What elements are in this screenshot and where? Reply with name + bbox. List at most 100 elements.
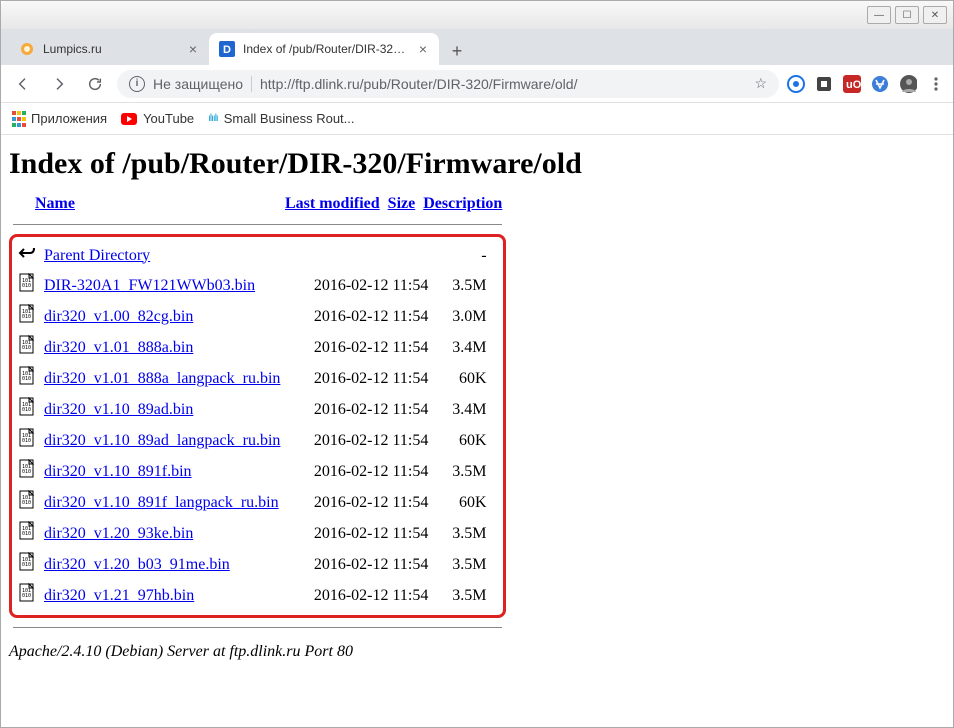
file-link[interactable]: dir320_v1.10_891f.bin — [44, 463, 192, 480]
file-row: 101010dir320_v1.20_b03_91me.bin2016-02-1… — [14, 549, 499, 580]
page-title: Index of /pub/Router/DIR-320/Firmware/ol… — [9, 147, 945, 181]
file-row: 101010dir320_v1.21_97hb.bin2016-02-12 11… — [14, 580, 499, 611]
address-bar[interactable]: i Не защищено http://ftp.dlink.ru/pub/Ro… — [117, 70, 779, 98]
directory-listing: Name Last modified Size Description Pare… — [9, 195, 506, 635]
minimize-button[interactable]: — — [867, 6, 891, 24]
header-row: Name Last modified Size Description — [9, 195, 506, 217]
reload-button[interactable] — [81, 70, 109, 98]
apps-icon — [11, 110, 25, 127]
col-name[interactable]: Name — [35, 195, 75, 212]
svg-text:010: 010 — [22, 500, 31, 506]
youtube-icon — [121, 113, 137, 125]
file-size: 3.5M — [444, 580, 490, 611]
file-size: 60K — [444, 487, 490, 518]
file-modified: 2016-02-12 11:54 — [310, 363, 444, 394]
url-text: http://ftp.dlink.ru/pub/Router/DIR-320/F… — [260, 76, 746, 92]
maximize-button[interactable]: ☐ — [895, 6, 919, 24]
extension-icon[interactable] — [787, 75, 805, 93]
toolbar: i Не защищено http://ftp.dlink.ru/pub/Ro… — [1, 65, 953, 103]
binary-file-icon: 101010 — [18, 304, 36, 324]
menu-icon[interactable] — [927, 75, 945, 93]
file-size: 3.5M — [444, 518, 490, 549]
tab-title: Index of /pub/Router/DIR-320/Fi — [243, 42, 409, 56]
file-row: 101010DIR-320A1_FW121WWb03.bin2016-02-12… — [14, 270, 499, 301]
binary-file-icon: 101010 — [18, 459, 36, 479]
file-link[interactable]: dir320_v1.01_888a.bin — [44, 339, 193, 356]
file-link[interactable]: dir320_v1.20_b03_91me.bin — [44, 556, 230, 573]
apps-label: Приложения — [31, 111, 107, 126]
file-row: 101010dir320_v1.10_891f_langpack_ru.bin2… — [14, 487, 499, 518]
security-label: Не защищено — [153, 76, 243, 92]
titlebar: — ☐ ✕ — [1, 1, 953, 29]
col-size[interactable]: Size — [388, 195, 416, 212]
binary-file-icon: 101010 — [18, 335, 36, 355]
file-row: 101010dir320_v1.10_89ad.bin2016-02-12 11… — [14, 394, 499, 425]
tab-title: Lumpics.ru — [43, 42, 179, 56]
file-row: 101010 dir320_v1.10_891f.bin 2016-02-12 11… — [14, 456, 499, 487]
file-row: 101010 dir320_v1.01_888a.bin 2016-02-12 11… — [14, 332, 499, 363]
browser-window: — ☐ ✕ Lumpics.ru × D Index of /pub/Route… — [0, 0, 954, 728]
parent-size: - — [444, 241, 490, 270]
file-size: 3.4M — [444, 332, 490, 363]
file-size: 3.0M — [444, 301, 490, 332]
binary-file-icon: 101010 — [18, 273, 36, 293]
server-footer: Apache/2.4.10 (Debian) Server at ftp.dli… — [9, 643, 945, 661]
file-size: 3.4M — [444, 394, 490, 425]
extension-area: uO — [787, 75, 945, 93]
extension-icon[interactable] — [815, 75, 833, 93]
file-link[interactable]: dir320_v1.21_97hb.bin — [44, 587, 194, 604]
tab-index[interactable]: D Index of /pub/Router/DIR-320/Fi × — [209, 33, 439, 65]
file-link[interactable]: dir320_v1.00_82cg.bin — [44, 308, 193, 325]
close-window-button[interactable]: ✕ — [923, 6, 947, 24]
file-size: 3.5M — [444, 456, 490, 487]
col-desc[interactable]: Description — [423, 195, 502, 212]
file-size: 3.5M — [444, 549, 490, 580]
parent-row: Parent Directory - — [14, 241, 499, 270]
svg-text:uO: uO — [846, 79, 861, 91]
col-modified[interactable]: Last modified — [285, 195, 380, 212]
file-modified: 2016-02-12 11:54 — [310, 425, 444, 456]
file-row: 101010dir320_v1.01_888a_langpack_ru.bin2… — [14, 363, 499, 394]
back-button[interactable] — [9, 70, 37, 98]
tab-lumpics[interactable]: Lumpics.ru × — [9, 33, 209, 65]
file-link[interactable]: dir320_v1.10_89ad_langpack_ru.bin — [44, 432, 280, 449]
ublock-icon[interactable]: uO — [843, 75, 861, 93]
bookmark-youtube[interactable]: YouTube — [121, 111, 194, 126]
svg-text:010: 010 — [22, 345, 31, 351]
svg-text:010: 010 — [22, 531, 31, 537]
profile-avatar[interactable] — [899, 75, 917, 93]
favicon-dlink: D — [219, 41, 235, 57]
forward-button[interactable] — [45, 70, 73, 98]
binary-file-icon: 101010 — [18, 521, 36, 541]
apps-shortcut[interactable]: Приложения — [11, 110, 107, 127]
file-modified: 2016-02-12 11:54 — [310, 456, 444, 487]
parent-directory-link[interactable]: Parent Directory — [44, 247, 150, 264]
file-modified: 2016-02-12 11:54 — [310, 332, 444, 363]
bookmark-star-icon[interactable]: ☆ — [754, 75, 767, 92]
svg-text:010: 010 — [22, 407, 31, 413]
file-link[interactable]: dir320_v1.10_89ad.bin — [44, 401, 193, 418]
file-row: 101010dir320_v1.00_82cg.bin2016-02-12 11… — [14, 301, 499, 332]
new-tab-button[interactable]: + — [443, 37, 471, 65]
site-info-icon[interactable]: i — [129, 76, 145, 92]
svg-text:010: 010 — [22, 593, 31, 599]
svg-text:010: 010 — [22, 438, 31, 444]
binary-file-icon: 101010 — [18, 428, 36, 448]
file-size: 60K — [444, 425, 490, 456]
divider — [13, 627, 502, 628]
svg-text:010: 010 — [22, 314, 31, 320]
file-link[interactable]: dir320_v1.20_93ke.bin — [44, 525, 193, 542]
extension-icon[interactable] — [871, 75, 889, 93]
bookmark-sbr[interactable]: ılıılı Small Business Rout... — [208, 111, 354, 126]
bookmark-label: Small Business Rout... — [224, 111, 355, 126]
tab-strip: Lumpics.ru × D Index of /pub/Router/DIR-… — [1, 29, 953, 65]
divider — [13, 224, 502, 225]
file-modified: 2016-02-12 11:54 — [310, 394, 444, 425]
file-link[interactable]: DIR-320A1_FW121WWb03.bin — [44, 277, 255, 294]
tab-close-icon[interactable]: × — [187, 41, 199, 57]
file-link[interactable]: dir320_v1.01_888a_langpack_ru.bin — [44, 370, 280, 387]
file-link[interactable]: dir320_v1.10_891f_langpack_ru.bin — [44, 494, 279, 511]
page-content: Index of /pub/Router/DIR-320/Firmware/ol… — [1, 135, 953, 727]
divider — [251, 76, 252, 92]
tab-close-icon[interactable]: × — [417, 41, 429, 57]
